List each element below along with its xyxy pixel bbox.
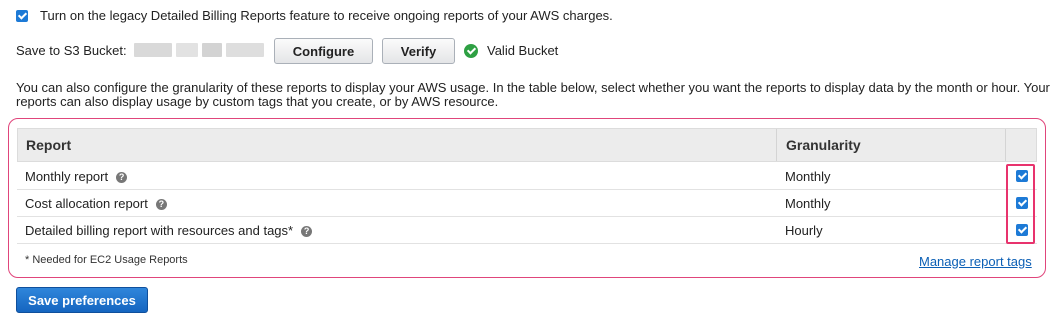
description-line-2: reports can also display usage by custom… [16, 94, 499, 109]
save-preferences-button[interactable]: Save preferences [16, 287, 148, 313]
bucket-status: Valid Bucket [487, 43, 559, 58]
checkbox-highlight [1006, 164, 1035, 244]
legacy-reports-label: Turn on the legacy Detailed Billing Repo… [40, 8, 613, 23]
report-name: Monthly report [25, 169, 109, 184]
report-name: Cost allocation report [25, 196, 148, 211]
manage-report-tags-link[interactable]: Manage report tags [919, 254, 1032, 269]
bucket-label: Save to S3 Bucket: [16, 43, 127, 58]
header-granularity: Granularity [786, 137, 861, 153]
table-header: Report Granularity [17, 128, 1037, 162]
legacy-reports-checkbox[interactable] [16, 10, 28, 22]
table-row: Detailed billing report with resources a… [17, 217, 1037, 244]
report-name: Detailed billing report with resources a… [25, 223, 294, 238]
granularity-value: Monthly [785, 196, 831, 211]
footnote: * Needed for EC2 Usage Reports [25, 254, 188, 266]
granularity-value: Hourly [785, 223, 823, 238]
verify-button[interactable]: Verify [382, 38, 455, 64]
description-line-1: You can also configure the granularity o… [16, 80, 1050, 95]
help-icon[interactable]: ? [301, 226, 313, 237]
configure-button[interactable]: Configure [274, 38, 373, 64]
check-circle-icon [464, 44, 478, 58]
table-row: Monthly report? Monthly [17, 163, 1037, 190]
help-icon[interactable]: ? [116, 172, 128, 183]
granularity-value: Monthly [785, 169, 831, 184]
help-icon[interactable]: ? [155, 199, 167, 210]
table-row: Cost allocation report? Monthly [17, 190, 1037, 217]
header-report: Report [26, 137, 72, 153]
